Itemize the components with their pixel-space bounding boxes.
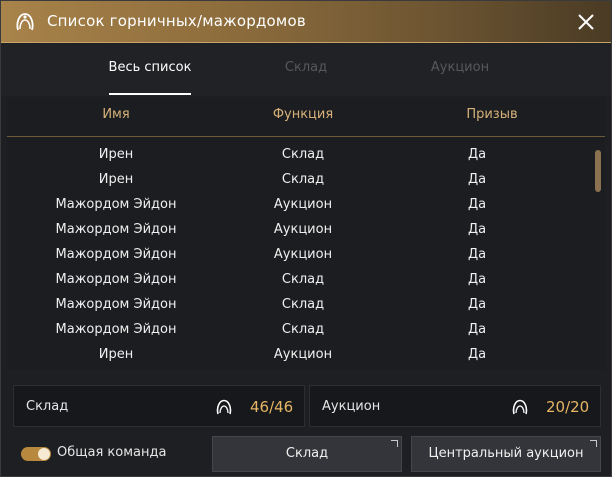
row-summon: Да <box>467 297 487 312</box>
warehouse-counter-value: 46/46 <box>250 398 294 416</box>
row-function: Аукцион <box>273 347 333 362</box>
tab-warehouse[interactable]: Склад <box>263 60 349 75</box>
table-header: Имя Функция Призыв <box>7 97 605 137</box>
maid-list: Ирен Склад Да Ирен Склад Да Мажордом Эйд… <box>7 138 605 370</box>
table-row[interactable]: Мажордом Эйдон Склад Да <box>7 292 605 317</box>
tab-auction[interactable]: Аукцион <box>411 60 509 75</box>
auction-counter: Аукцион 20/20 <box>309 385 601 427</box>
row-summon: Да <box>467 247 487 262</box>
central-auction-button-label: Центральный аукцион <box>428 446 584 461</box>
expand-corner-icon <box>590 440 597 447</box>
column-header-function[interactable]: Функция <box>239 107 367 122</box>
row-summon: Да <box>467 147 487 162</box>
row-name: Мажордом Эйдон <box>55 272 177 287</box>
active-tab-indicator <box>109 93 191 95</box>
toggle-knob <box>38 448 50 460</box>
column-header-name[interactable]: Имя <box>41 107 191 122</box>
row-summon: Да <box>467 272 487 287</box>
row-function: Склад <box>281 322 325 337</box>
warehouse-button[interactable]: Склад <box>212 436 402 472</box>
table-row[interactable]: Ирен Склад Да <box>7 142 605 167</box>
row-summon: Да <box>467 222 487 237</box>
warehouse-counter-label: Склад <box>26 399 69 414</box>
table-row[interactable]: Мажордом Эйдон Аукцион Да <box>7 192 605 217</box>
warehouse-button-label: Склад <box>285 446 329 461</box>
row-summon: Да <box>467 172 487 187</box>
row-function: Аукцион <box>273 197 333 212</box>
list-scrollbar[interactable] <box>595 150 601 192</box>
auction-counter-label: Аукцион <box>322 399 381 414</box>
row-name: Мажордом Эйдон <box>55 197 177 212</box>
row-name: Ирен <box>98 172 134 187</box>
table-row[interactable]: Мажордом Эйдон Склад Да <box>7 317 605 342</box>
row-function: Склад <box>281 297 325 312</box>
maid-icon <box>512 399 528 415</box>
row-summon: Да <box>467 197 487 212</box>
row-summon: Да <box>467 322 487 337</box>
maid-icon <box>216 399 232 415</box>
row-function: Склад <box>281 172 325 187</box>
row-name: Ирен <box>98 347 134 362</box>
expand-corner-icon <box>391 440 398 447</box>
close-icon[interactable] <box>575 11 597 33</box>
row-function: Аукцион <box>273 222 333 237</box>
title-bar[interactable]: Список горничных/мажордомов <box>1 1 611 43</box>
row-function: Аукцион <box>273 247 333 262</box>
window-title: Список горничных/мажордомов <box>47 12 306 30</box>
tab-bar: Весь список Склад Аукцион <box>1 44 611 96</box>
row-name: Ирен <box>98 147 134 162</box>
row-name: Мажордом Эйдон <box>55 247 177 262</box>
tab-all[interactable]: Весь список <box>101 60 199 75</box>
maid-list-window: Список горничных/мажордомов Весь список … <box>0 0 612 477</box>
group-command-toggle[interactable] <box>21 447 51 461</box>
warehouse-counter: Склад 46/46 <box>13 385 305 427</box>
group-command-label: Общая команда <box>57 445 167 460</box>
maid-icon <box>16 13 34 31</box>
row-name: Мажордом Эйдон <box>55 222 177 237</box>
column-header-summon[interactable]: Призыв <box>447 107 537 122</box>
auction-counter-value: 20/20 <box>546 398 590 416</box>
table-row[interactable]: Мажордом Эйдон Склад Да <box>7 267 605 292</box>
table-row[interactable]: Ирен Склад Да <box>7 167 605 192</box>
central-auction-button[interactable]: Центральный аукцион <box>411 436 601 472</box>
table-row[interactable]: Ирен Аукцион Да <box>7 342 605 367</box>
table-row[interactable]: Мажордом Эйдон Аукцион Да <box>7 242 605 267</box>
row-name: Мажордом Эйдон <box>55 297 177 312</box>
row-name: Мажордом Эйдон <box>55 322 177 337</box>
row-function: Склад <box>281 147 325 162</box>
row-function: Склад <box>281 272 325 287</box>
table-row[interactable]: Мажордом Эйдон Аукцион Да <box>7 217 605 242</box>
row-summon: Да <box>467 347 487 362</box>
